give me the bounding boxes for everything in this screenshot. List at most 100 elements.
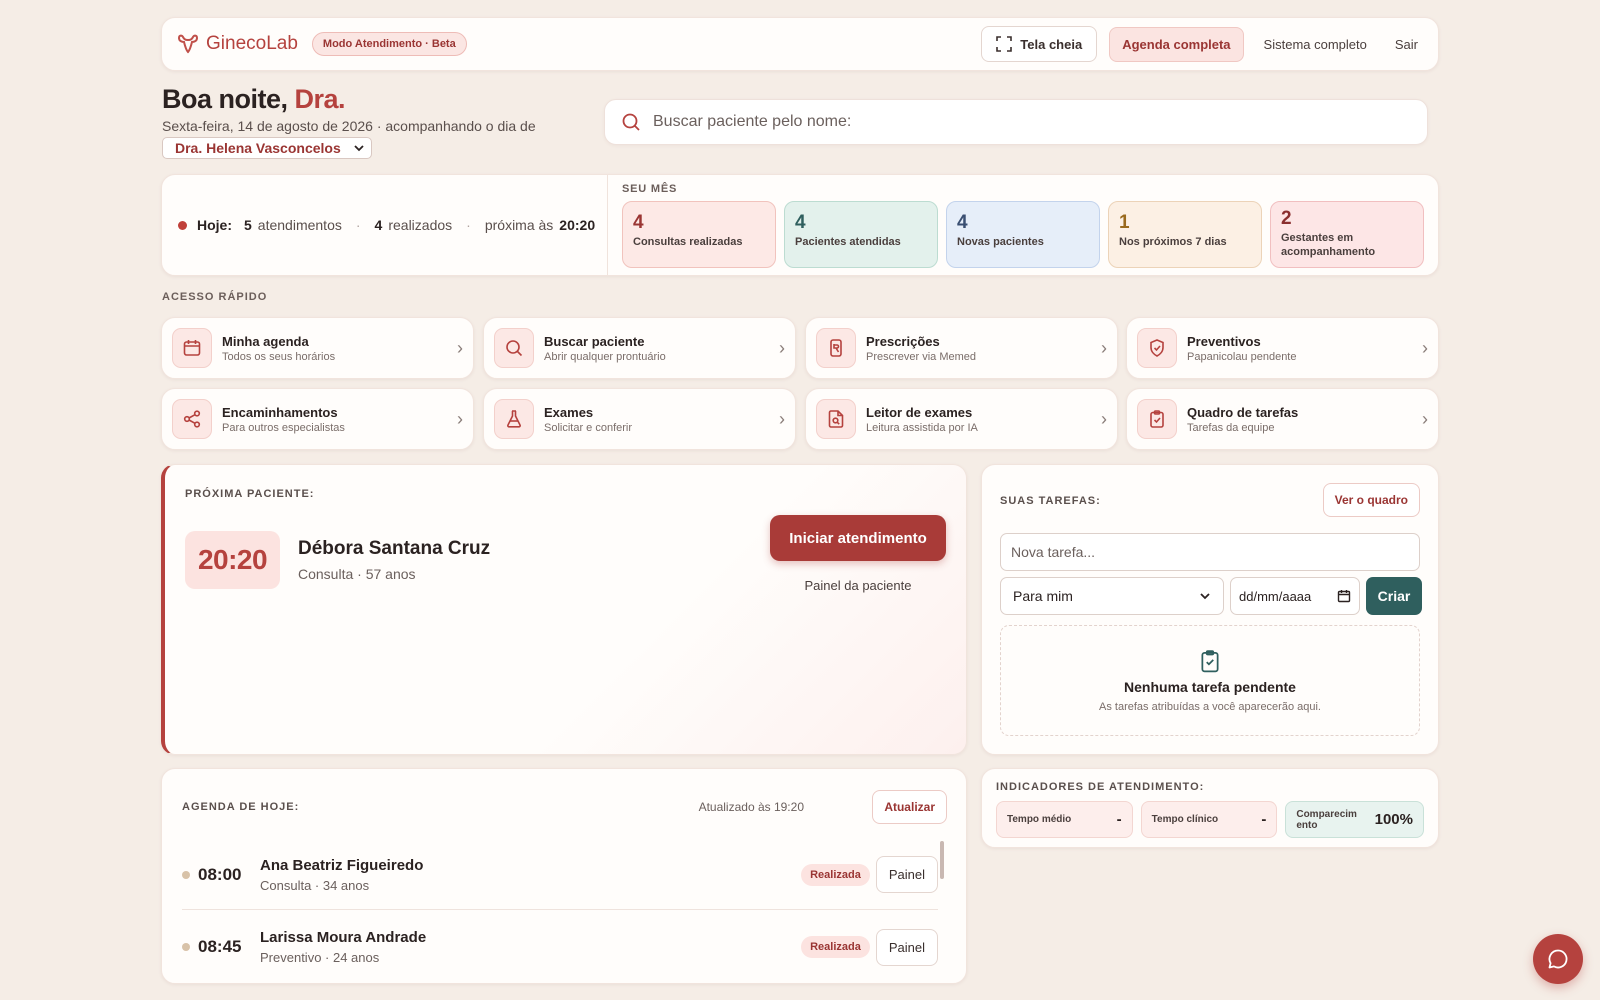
doctor-select[interactable]: Dra. Helena Vasconcelos xyxy=(162,137,372,159)
quick-prescriptions[interactable]: Prescrições Prescrever via Memed › xyxy=(805,317,1118,379)
month-summary: SEU MÊS 4 Consultas realizadas 4 Pacient… xyxy=(608,175,1438,275)
status-badge: Realizada xyxy=(801,863,870,886)
agenda-patient: Ana Beatriz Figueiredo Consulta · 34 ano… xyxy=(260,857,423,893)
quick-subtitle: Leitura assistida por IA xyxy=(866,421,978,434)
document-search-icon xyxy=(828,410,844,428)
quick-text: Preventivos Papanicolau pendente xyxy=(1187,334,1412,363)
next-patient-name: Débora Santana Cruz xyxy=(298,538,491,559)
search-icon xyxy=(622,113,640,131)
full-system-link[interactable]: Sistema completo xyxy=(1256,28,1375,61)
quick-access-label: ACESSO RÁPIDO xyxy=(162,291,268,303)
stat-consultations[interactable]: 4 Consultas realizadas xyxy=(622,201,776,268)
view-board-button[interactable]: Ver o quadro xyxy=(1322,483,1420,517)
status-badge: Realizada xyxy=(801,936,870,958)
refresh-button[interactable]: Atualizar xyxy=(872,790,947,824)
fullscreen-icon xyxy=(996,36,1013,52)
agenda-time: 08:45 xyxy=(198,937,242,956)
search-input[interactable] xyxy=(653,113,1411,131)
agenda-scrollbar[interactable] xyxy=(940,841,944,879)
chevron-right-icon: › xyxy=(1422,408,1428,429)
stat-next-7-days[interactable]: 1 Nos próximos 7 dias xyxy=(1108,201,1262,268)
mode-beta-badge: Modo Atendimento · Beta xyxy=(311,32,467,56)
patient-panel-link[interactable]: Painel da paciente xyxy=(770,578,946,593)
agenda-row[interactable]: 08:45 Larissa Moura Andrade Preventivo ·… xyxy=(182,912,938,982)
due-date-input[interactable]: dd/mm/aaaa xyxy=(1230,577,1360,615)
logo-text: GinecoLab xyxy=(206,33,298,54)
greeting: Boa noite, Dra. Sexta-feira, 14 de agost… xyxy=(162,84,536,159)
indicator-label: Tempo clínico xyxy=(1151,814,1219,825)
indicator-attendance: Comparecim ento 100% xyxy=(1285,801,1424,838)
stats-card: Hoje: 5 atendimentos · 4 realizados · pr… xyxy=(161,174,1439,276)
indicator-value: 100% xyxy=(1374,811,1413,828)
create-task-button[interactable]: Criar xyxy=(1366,577,1422,615)
indicator-value: - xyxy=(1261,811,1267,828)
quick-icon-box xyxy=(1137,399,1177,439)
greeting-name: Dra. xyxy=(294,84,346,114)
uterus-logo-icon xyxy=(177,34,199,54)
chat-button[interactable] xyxy=(1533,934,1583,984)
top-nav: Tela cheia Agenda completa Sistema compl… xyxy=(981,26,1426,62)
quick-search-patient[interactable]: Buscar paciente Abrir qualquer prontuário… xyxy=(483,317,796,379)
next-patient-info: Consulta · 57 anos xyxy=(298,566,416,582)
patient-search[interactable] xyxy=(604,99,1428,145)
quick-exam-reader[interactable]: Leitor de exames Leitura assistida por IA… xyxy=(805,388,1118,450)
tasks-label: SUAS TAREFAS: xyxy=(1000,495,1101,507)
quick-my-agenda[interactable]: Minha agenda Todos os seus horários › xyxy=(161,317,474,379)
logout-link[interactable]: Sair xyxy=(1387,28,1426,61)
quick-task-board[interactable]: Quadro de tarefas Tarefas da equipe › xyxy=(1126,388,1439,450)
indicator-value: - xyxy=(1116,811,1122,828)
quick-text: Prescrições Prescrever via Memed xyxy=(866,334,1091,363)
indicator-avg-time: Tempo médio - xyxy=(996,801,1133,838)
chevron-right-icon: › xyxy=(1101,337,1107,358)
indicators-label: INDICADORES DE ATENDIMENTO: xyxy=(996,781,1205,793)
stat-number: 1 xyxy=(1119,212,1130,233)
month-tiles: 4 Consultas realizadas 4 Pacientes atend… xyxy=(622,201,1424,268)
quick-preventives[interactable]: Preventivos Papanicolau pendente › xyxy=(1126,317,1439,379)
quick-exams[interactable]: Exames Solicitar e conferir › xyxy=(483,388,796,450)
full-agenda-button[interactable]: Agenda completa xyxy=(1109,26,1244,62)
quick-title: Minha agenda xyxy=(222,333,309,349)
assignee-select[interactable]: Para mim xyxy=(1000,577,1224,615)
stat-number: 4 xyxy=(633,212,644,233)
stat-number: 2 xyxy=(1281,208,1292,229)
quick-title: Buscar paciente xyxy=(544,333,645,349)
tasks-card: SUAS TAREFAS: Ver o quadro Nova tarefa..… xyxy=(981,464,1439,755)
indicator-label: Comparecim ento xyxy=(1296,808,1357,831)
fullscreen-label: Tela cheia xyxy=(1020,36,1083,52)
stat-number: 4 xyxy=(795,212,806,233)
patient-panel-button[interactable]: Painel xyxy=(875,928,938,966)
today-done-label: realizados xyxy=(388,217,453,233)
new-task-input[interactable]: Nova tarefa... xyxy=(1000,533,1420,571)
chevron-right-icon: › xyxy=(1101,408,1107,429)
stat-label: Gestantes em acompanhamento xyxy=(1281,232,1376,258)
quick-referrals[interactable]: Encaminhamentos Para outros especialistas… xyxy=(161,388,474,450)
calendar-icon xyxy=(1337,590,1351,603)
chevron-down-icon xyxy=(1200,593,1210,600)
patient-panel-button[interactable]: Painel xyxy=(875,856,938,893)
logo[interactable]: GinecoLab xyxy=(174,30,298,58)
chevron-right-icon: › xyxy=(1422,337,1428,358)
today-agenda-card: AGENDA DE HOJE: Atualizado às 19:20 Atua… xyxy=(161,768,967,984)
search-icon xyxy=(506,340,523,357)
agenda-label: AGENDA DE HOJE: xyxy=(182,801,300,813)
quick-subtitle: Abrir qualquer prontuário xyxy=(544,350,666,363)
quick-title: Prescrições xyxy=(866,333,940,349)
share-icon xyxy=(183,410,201,428)
chevron-right-icon: › xyxy=(457,408,463,429)
quick-subtitle: Tarefas da equipe xyxy=(1187,421,1275,434)
agenda-row[interactable]: 08:00 Ana Beatriz Figueiredo Consulta · … xyxy=(182,840,938,910)
fullscreen-button[interactable]: Tela cheia xyxy=(981,26,1098,62)
quick-icon-box xyxy=(816,328,856,368)
status-dot-icon xyxy=(182,870,190,879)
doctor-select-value: Dra. Helena Vasconcelos xyxy=(175,140,341,156)
shield-icon xyxy=(1150,339,1164,357)
today-next-time: 20:20 xyxy=(559,217,596,233)
agenda-updated: Atualizado às 19:20 xyxy=(698,800,804,814)
quick-title: Encaminhamentos xyxy=(222,404,338,420)
prescription-icon xyxy=(830,339,842,357)
indicators-card: INDICADORES DE ATENDIMENTO: Tempo médio … xyxy=(981,768,1439,848)
stat-patients[interactable]: 4 Pacientes atendidas xyxy=(784,201,938,268)
start-consultation-button[interactable]: Iniciar atendimento xyxy=(770,515,946,561)
stat-new-patients[interactable]: 4 Novas pacientes xyxy=(946,201,1100,268)
stat-pregnant[interactable]: 2 Gestantes em acompanhamento xyxy=(1270,201,1424,268)
